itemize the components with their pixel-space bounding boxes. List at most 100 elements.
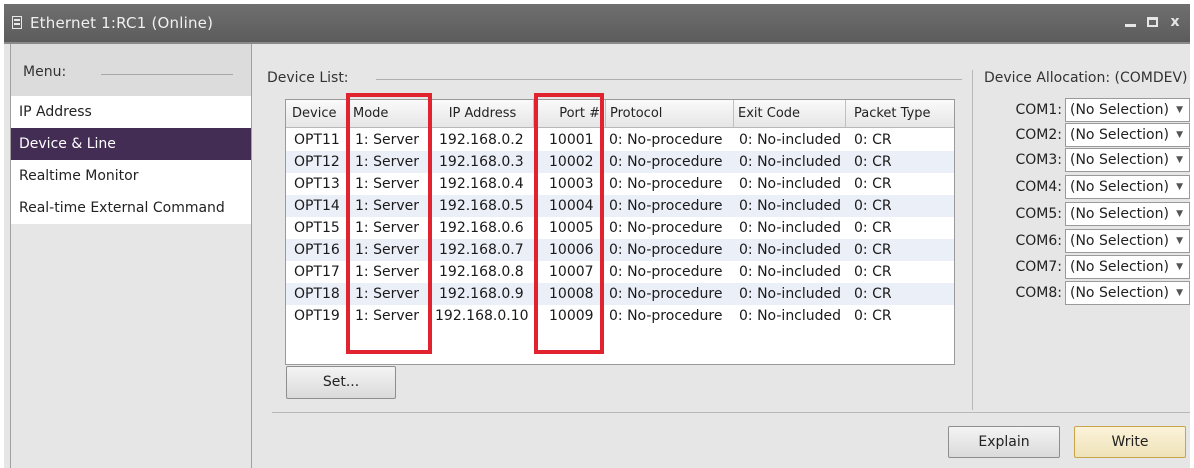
com-select-value: (No Selection) [1070, 259, 1169, 275]
column-header-packet-type[interactable]: Packet Type [846, 100, 954, 128]
dropdown-arrow-icon: ▼ [1176, 155, 1183, 165]
menu-divider [101, 74, 233, 75]
cell-protocol: 0: No-procedure [609, 220, 723, 236]
cell-ip-address: 192.168.0.5 [439, 198, 524, 214]
com3-select[interactable]: (No Selection) ▼ [1065, 148, 1190, 172]
close-icon[interactable]: x [1166, 13, 1184, 31]
com-port-label: COM5: [1015, 206, 1063, 222]
com6-select[interactable]: (No Selection) ▼ [1065, 229, 1190, 253]
cell-exit-code: 0: No-included [739, 154, 842, 170]
menu-item-realtime-external-command[interactable]: Real-time External Command [11, 192, 251, 224]
cell-device: OPT12 [294, 154, 340, 170]
cell-packet-type: 0: CR [854, 154, 892, 170]
cell-packet-type: 0: CR [854, 308, 892, 324]
write-button[interactable]: Write [1074, 426, 1186, 458]
cell-exit-code: 0: No-included [739, 132, 842, 148]
column-header-exit-code[interactable]: Exit Code [734, 100, 846, 128]
com-port-label: COM3: [1015, 152, 1063, 168]
dropdown-arrow-icon: ▼ [1176, 209, 1183, 219]
cell-ip-address: 192.168.0.3 [439, 154, 524, 170]
com-select-value: (No Selection) [1070, 233, 1169, 249]
document-icon [12, 16, 22, 29]
device-list-label: Device List: [267, 70, 349, 86]
window-title: Ethernet 1:RC1 (Online) [30, 14, 214, 32]
dropdown-arrow-icon: ▼ [1176, 262, 1183, 272]
column-header-ip-address[interactable]: IP Address [432, 100, 534, 128]
cell-ip-address: 192.168.0.8 [439, 264, 524, 280]
cell-protocol: 0: No-procedure [609, 264, 723, 280]
com8-select[interactable]: (No Selection) ▼ [1065, 281, 1190, 305]
cell-protocol: 0: No-procedure [609, 176, 723, 192]
dropdown-arrow-icon: ▼ [1176, 182, 1183, 192]
cell-ip-address: 192.168.0.7 [439, 242, 524, 258]
com-port-label: COM7: [1015, 259, 1063, 275]
com-select-value: (No Selection) [1070, 102, 1169, 118]
com7-select[interactable]: (No Selection) ▼ [1065, 255, 1190, 279]
cell-packet-type: 0: CR [854, 176, 892, 192]
com-port-row: COM8: (No Selection) ▼ [990, 281, 1190, 307]
cell-packet-type: 0: CR [854, 264, 892, 280]
com-port-row: COM6: (No Selection) ▼ [990, 229, 1190, 255]
title-bar[interactable]: Ethernet 1:RC1 (Online) x [4, 4, 1190, 42]
cell-packet-type: 0: CR [854, 132, 892, 148]
column-header-device[interactable]: Device [286, 100, 348, 128]
cell-ip-address: 192.168.0.9 [439, 286, 524, 302]
cell-ip-address: 192.168.0.10 [435, 308, 529, 324]
cell-protocol: 0: No-procedure [609, 308, 723, 324]
cell-device: OPT18 [294, 286, 340, 302]
cell-exit-code: 0: No-included [739, 286, 842, 302]
com-port-row: COM7: (No Selection) ▼ [990, 255, 1190, 281]
cell-exit-code: 0: No-included [739, 308, 842, 324]
cell-ip-address: 192.168.0.2 [439, 132, 524, 148]
cell-device: OPT15 [294, 220, 340, 236]
com2-select[interactable]: (No Selection) ▼ [1065, 123, 1190, 147]
com-port-row: COM4: (No Selection) ▼ [990, 175, 1190, 201]
port-column-highlight [534, 93, 604, 354]
minimize-icon[interactable] [1122, 13, 1140, 31]
cell-ip-address: 192.168.0.4 [439, 176, 524, 192]
com-port-label: COM2: [1015, 127, 1063, 143]
menu-item-device-line[interactable]: Device & Line [11, 128, 251, 160]
com-select-value: (No Selection) [1070, 152, 1169, 168]
com-select-value: (No Selection) [1070, 206, 1169, 222]
cell-device: OPT13 [294, 176, 340, 192]
explain-button[interactable]: Explain [948, 426, 1060, 458]
cell-device: OPT14 [294, 198, 340, 214]
cell-packet-type: 0: CR [854, 242, 892, 258]
cell-device: OPT11 [294, 132, 340, 148]
column-header-protocol[interactable]: Protocol [606, 100, 734, 128]
com1-select[interactable]: (No Selection) ▼ [1065, 98, 1190, 122]
app-window: Ethernet 1:RC1 (Online) x Menu: IP Addre… [4, 4, 1190, 468]
com-select-value: (No Selection) [1070, 127, 1169, 143]
vertical-divider [972, 70, 973, 410]
set-button[interactable]: Set... [286, 366, 396, 399]
cell-protocol: 0: No-procedure [609, 286, 723, 302]
cell-device: OPT19 [294, 308, 340, 324]
horizontal-divider [272, 412, 1190, 413]
com-port-label: COM8: [1015, 285, 1063, 301]
menu-item-ip-address[interactable]: IP Address [11, 96, 251, 128]
cell-packet-type: 0: CR [854, 220, 892, 236]
com-select-value: (No Selection) [1070, 179, 1169, 195]
menu-label: Menu: [23, 64, 67, 80]
com-select-value: (No Selection) [1070, 285, 1169, 301]
cell-protocol: 0: No-procedure [609, 242, 723, 258]
menu-item-realtime-monitor[interactable]: Realtime Monitor [11, 160, 251, 192]
dropdown-arrow-icon: ▼ [1176, 105, 1183, 115]
com5-select[interactable]: (No Selection) ▼ [1065, 202, 1190, 226]
com-port-label: COM1: [1015, 102, 1063, 118]
dropdown-arrow-icon: ▼ [1176, 130, 1183, 140]
dropdown-arrow-icon: ▼ [1176, 288, 1183, 298]
cell-protocol: 0: No-procedure [609, 198, 723, 214]
cell-exit-code: 0: No-included [739, 198, 842, 214]
cell-packet-type: 0: CR [854, 286, 892, 302]
device-list-divider [376, 79, 962, 80]
com-port-label: COM4: [1015, 179, 1063, 195]
cell-packet-type: 0: CR [854, 198, 892, 214]
com4-select[interactable]: (No Selection) ▼ [1065, 175, 1190, 199]
com-port-row: COM5: (No Selection) ▼ [990, 202, 1190, 228]
cell-device: OPT17 [294, 264, 340, 280]
maximize-icon[interactable] [1144, 13, 1162, 31]
cell-exit-code: 0: No-included [739, 242, 842, 258]
cell-protocol: 0: No-procedure [609, 132, 723, 148]
